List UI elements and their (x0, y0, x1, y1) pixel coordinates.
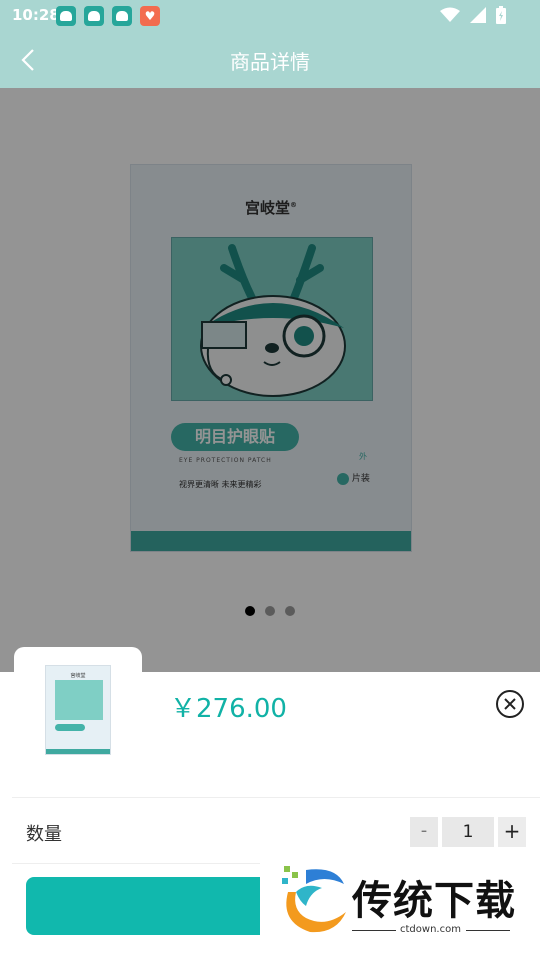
quantity-stepper: - 1 + (410, 817, 530, 847)
quantity-value[interactable]: 1 (442, 817, 494, 847)
thumbnail-stripe (46, 749, 110, 754)
battery-icon (496, 6, 506, 24)
app-notification-icon (56, 6, 76, 26)
modal-backdrop[interactable] (0, 88, 540, 672)
watermark-logo-icon (282, 866, 346, 933)
signal-icon (470, 7, 486, 23)
heart-app-icon: ♥ (140, 6, 160, 26)
thumbnail-brand: 宫岐堂 (70, 673, 86, 679)
watermark-rule (352, 930, 396, 931)
app-header: 商品详情 (0, 32, 540, 88)
notification-icons: ♥ (56, 6, 160, 26)
status-bar: 10:28 ♥ (0, 0, 540, 32)
quantity-decrease-button[interactable]: - (410, 817, 438, 847)
system-icons (440, 6, 506, 24)
product-thumbnail: 宫岐堂 (45, 665, 111, 755)
quantity-increase-button[interactable]: + (498, 817, 526, 847)
close-circle-icon (496, 690, 524, 718)
watermark: 传统下载 ctdown.com (260, 860, 540, 960)
thumbnail-label (55, 724, 85, 731)
watermark-rule (466, 930, 510, 931)
watermark-text: 传统下载 (352, 878, 516, 924)
thumbnail-illustration (55, 680, 103, 720)
watermark-url: ctdown.com (400, 924, 461, 935)
app-notification-icon (112, 6, 132, 26)
sheet-divider (12, 797, 540, 798)
status-time: 10:28 (12, 6, 60, 24)
page-title: 商品详情 (230, 50, 310, 74)
sheet-price: ￥276.00 (170, 694, 287, 724)
quantity-label: 数量 (26, 824, 62, 845)
close-button[interactable] (494, 688, 526, 720)
app-notification-icon (84, 6, 104, 26)
wifi-icon (440, 7, 460, 22)
